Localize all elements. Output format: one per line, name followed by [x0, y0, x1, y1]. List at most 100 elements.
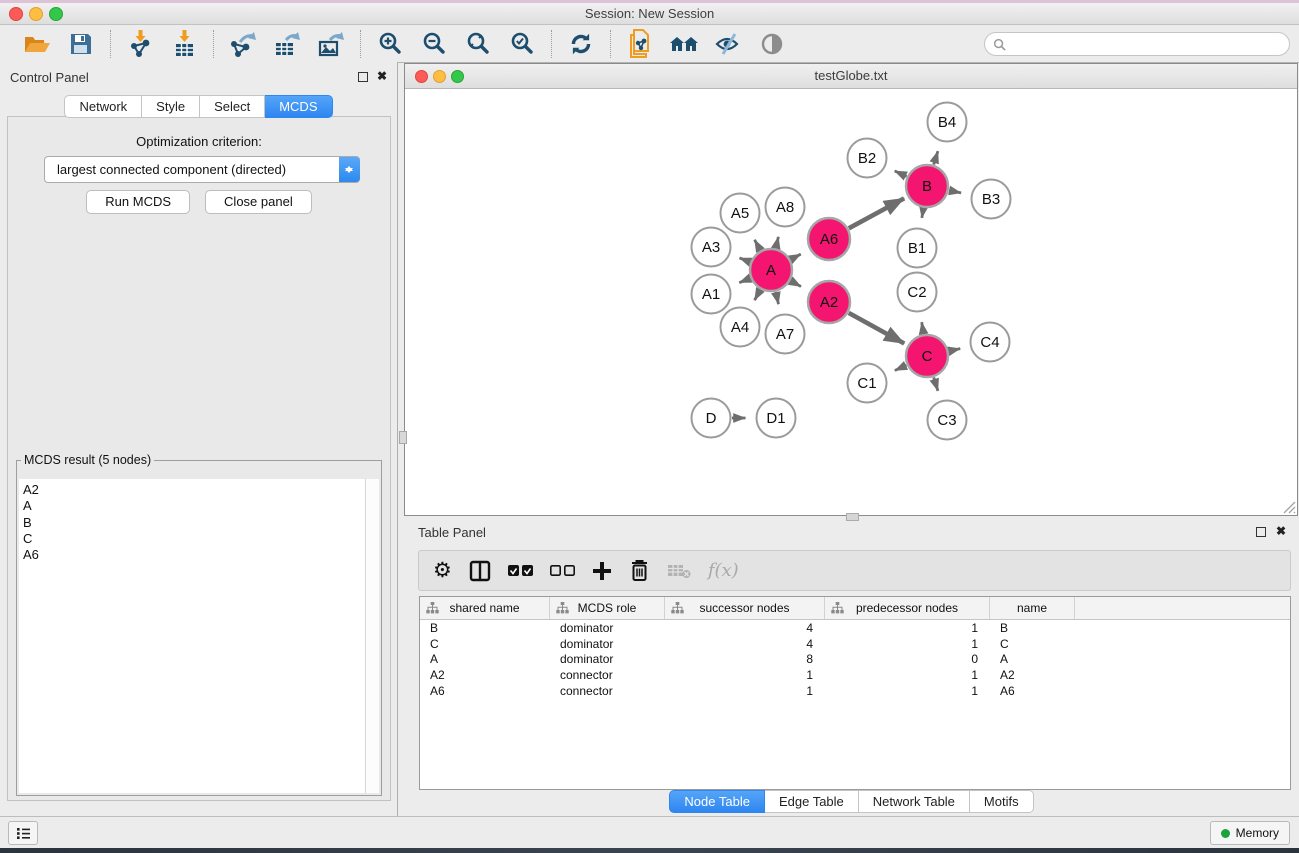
zoom-selected-icon[interactable] [506, 29, 538, 59]
column-header-successor-nodes[interactable]: successor nodes [665, 597, 825, 619]
tab-select[interactable]: Select [200, 95, 265, 118]
apply-layout-icon[interactable] [565, 29, 597, 59]
table-panel: Table Panel ✖ ⚙ f(x) [404, 519, 1299, 817]
column-header-shared-name[interactable]: shared name [420, 597, 550, 619]
main-toolbar [0, 25, 1299, 63]
graph-node-label: C2 [907, 284, 926, 301]
graph-edge-C-C1[interactable] [895, 365, 907, 370]
close-panel-button[interactable]: Close panel [205, 190, 312, 214]
run-mcds-button[interactable]: Run MCDS [86, 190, 190, 214]
graph-edge-A-A1[interactable] [739, 278, 750, 282]
tab-network[interactable]: Network [64, 95, 142, 118]
export-table-icon[interactable] [271, 29, 303, 59]
result-item[interactable]: A2 [23, 482, 366, 498]
graph-node-label: A7 [776, 326, 794, 343]
tab-mcds[interactable]: MCDS [265, 95, 332, 118]
tab-motifs[interactable]: Motifs [970, 790, 1034, 813]
result-item[interactable]: C [23, 531, 366, 547]
tab-style[interactable]: Style [142, 95, 200, 118]
graph-edge-C-C3[interactable] [934, 377, 938, 390]
graph-node-label: C1 [857, 375, 876, 392]
graph-edge-A2-C[interactable] [849, 313, 905, 344]
import-table-icon[interactable] [168, 29, 200, 59]
clone-network-icon[interactable] [624, 29, 656, 59]
unselect-all-rows-icon[interactable] [550, 565, 575, 576]
task-history-button[interactable] [8, 821, 38, 845]
network-canvas[interactable]: B4B2BB3A8A5A6A3B1AC2A1A2A4A7C4CC1DD1C3 [405, 89, 1297, 515]
graph-edge-B-B2[interactable] [895, 171, 907, 177]
float-table-panel-icon[interactable] [1256, 527, 1266, 537]
graph-edge-B-B3[interactable] [949, 190, 961, 192]
zoom-in-icon[interactable] [374, 29, 406, 59]
graph-node-label: C [922, 348, 933, 365]
tab-edge-table[interactable]: Edge Table [765, 790, 859, 813]
column-header-predecessor-nodes[interactable]: predecessor nodes [825, 597, 990, 619]
search-input[interactable] [984, 32, 1290, 56]
mcds-result-list: A2ABCA6 [19, 479, 366, 793]
export-image-icon[interactable] [315, 29, 347, 59]
column-header-MCDS-role[interactable]: MCDS role [550, 597, 665, 619]
close-panel-icon[interactable]: ✖ [377, 70, 387, 82]
delete-table-icon [667, 563, 691, 579]
table-row[interactable]: Cdominator41C [420, 636, 1290, 652]
result-item[interactable]: B [23, 515, 366, 531]
save-session-icon[interactable] [65, 29, 97, 59]
horizontal-split-handle[interactable] [846, 513, 859, 521]
graph-edge-C-C4[interactable] [949, 349, 960, 352]
delete-column-icon[interactable] [629, 559, 650, 582]
vertical-split-handle[interactable] [399, 431, 407, 444]
export-network-icon[interactable] [227, 29, 259, 59]
column-header-label: successor nodes [699, 601, 789, 615]
desktop-wallpaper-strip-bottom [0, 848, 1299, 853]
float-panel-icon[interactable] [358, 72, 368, 82]
column-header-name[interactable]: name [990, 597, 1075, 619]
select-all-rows-icon[interactable] [508, 565, 533, 576]
table-row[interactable]: A6connector11A6 [420, 683, 1290, 699]
graph-edge-A-A4[interactable] [755, 290, 761, 300]
network-window-title: testGlobe.txt [405, 64, 1297, 88]
graph-edge-A-A3[interactable] [739, 258, 750, 262]
result-item[interactable]: A6 [23, 547, 366, 563]
table-cell: B [420, 621, 550, 635]
tab-network-table[interactable]: Network Table [859, 790, 970, 813]
zoom-fit-icon[interactable] [462, 29, 494, 59]
zoom-out-icon[interactable] [418, 29, 450, 59]
graph-node-label: A [766, 262, 776, 279]
table-cell: A2 [990, 668, 1075, 682]
graph-edge-B-B1[interactable] [922, 208, 924, 218]
memory-label: Memory [1236, 826, 1279, 840]
result-scrollbar[interactable] [365, 479, 379, 793]
graph-edge-A-A8[interactable] [776, 237, 779, 248]
table-row[interactable]: A2connector11A2 [420, 667, 1290, 683]
control-panel: Control Panel ✖ NetworkStyleSelectMCDS O… [0, 62, 398, 817]
graph-edge-A-A7[interactable] [776, 292, 779, 304]
tab-node-table[interactable]: Node Table [669, 790, 765, 813]
node-table[interactable]: shared nameMCDS role successor nodes prede… [419, 596, 1291, 790]
memory-button[interactable]: Memory [1210, 821, 1290, 845]
graph-edge-A-A5[interactable] [755, 240, 761, 250]
open-session-icon[interactable] [21, 29, 53, 59]
graph-edge-A-A2[interactable] [791, 281, 801, 287]
home-networks-icon[interactable] [668, 29, 700, 59]
show-graphics-details-icon[interactable] [756, 29, 788, 59]
table-cell: dominator [550, 621, 665, 635]
result-item[interactable]: A [23, 498, 366, 514]
table-row[interactable]: Adominator80A [420, 651, 1290, 667]
graph-edge-A-A6[interactable] [791, 254, 801, 259]
column-chooser-icon[interactable] [469, 560, 491, 582]
graph-edge-A6-B[interactable] [849, 198, 904, 228]
table-body: Bdominator41BCdominator41CAdominator80AA… [420, 620, 1290, 698]
table-cell: A2 [420, 668, 550, 682]
table-row[interactable]: Bdominator41B [420, 620, 1290, 636]
table-panel-title: Table Panel [418, 525, 486, 540]
window-resize-grip[interactable] [1281, 499, 1296, 514]
table-settings-icon[interactable]: ⚙ [433, 560, 452, 581]
graph-edge-B-B4[interactable] [934, 151, 938, 164]
criterion-select[interactable]: largest connected component (directed) [44, 156, 360, 183]
import-network-icon[interactable] [124, 29, 156, 59]
graph-edge-C-C2[interactable] [922, 322, 924, 334]
add-column-icon[interactable] [592, 561, 612, 581]
close-table-panel-icon[interactable]: ✖ [1276, 525, 1286, 537]
criterion-selected-value: largest connected component (directed) [45, 162, 339, 177]
hide-graphics-details-icon[interactable] [712, 29, 744, 59]
